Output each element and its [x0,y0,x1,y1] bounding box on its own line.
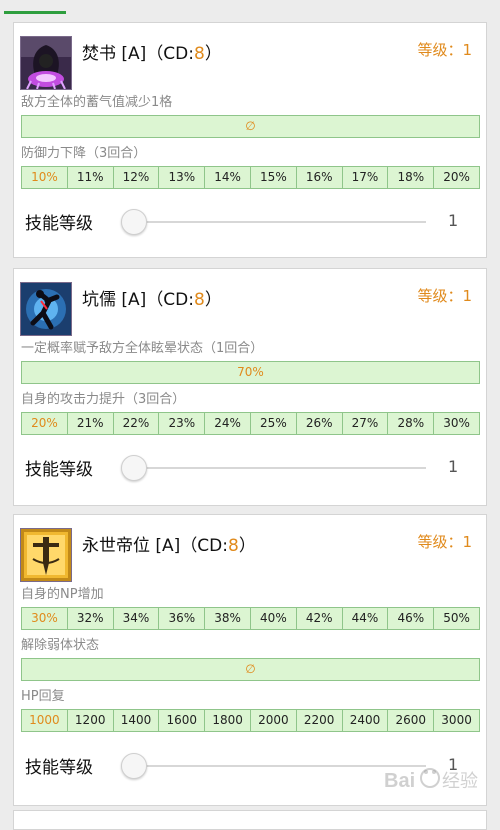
skill-level-value: 1 [448,211,459,230]
effect-value-cell: 20% [31,416,58,430]
effect-label: 防御力下降（3回合） [21,146,147,161]
effect-value-cell: 13% [158,167,204,188]
skill-level-slider-thumb[interactable] [121,455,147,481]
effect-value-cell: 50% [433,608,479,629]
cd-prefix: （CD: [146,44,195,64]
skill-level-value: 1 [448,457,459,476]
effect-value-cell: 1000 [29,713,60,727]
skill-card-4 [13,810,487,830]
effect-value-cell: 16% [295,167,342,188]
effect-value-cell: 46% [387,608,433,629]
skill-title: 永世帝位 [A]（CD:8） [82,531,256,556]
effect-value-cell: 30% [31,611,58,625]
effect-value-cell: 1200 [66,710,113,731]
effect-value-cell: 10% [31,170,58,184]
effect-label: 解除弱体状态 [21,638,100,653]
skill-name: 永世帝位 [A] [82,536,181,556]
effect-label: 自身的攻击力提升（3回合） [21,392,186,407]
effect-value-cell: 2000 [249,710,296,731]
effect-value-cell: 40% [249,608,296,629]
svg-text:Bai: Bai [384,770,415,792]
skill-level-label: 技能等级 [25,460,93,480]
effect-values-row: 1000 1200 1400 1600 1800 2000 2200 2400 … [21,709,480,732]
effect-value-bar: ∅ [21,115,480,138]
cd-prefix: （CD: [146,290,195,310]
effect-label: 一定概率赋予敌方全体眩晕状态（1回合） [21,341,264,356]
skill-level-slider-thumb[interactable] [121,209,147,235]
cd-suffix: ） [204,44,222,64]
effect-value-cell: 14% [204,167,250,188]
cd-value: 8 [228,536,239,556]
cd-suffix: ） [238,536,256,556]
effect-value-cell: 23% [158,413,204,434]
effect-value-cell: 2400 [341,710,388,731]
effect-label: 自身的NP增加 [21,587,104,602]
effect-value-cell: 32% [66,608,113,629]
effect-value-cell: 1400 [112,710,159,731]
skill-title: 焚书 [A]（CD:8） [82,39,222,64]
skill-title: 坑儒 [A]（CD:8） [82,285,222,310]
effect-values-row: 30% 32% 34% 36% 38% 40% 42% 44% 46% 50% [21,607,480,630]
effect-value-cell: 25% [249,413,296,434]
skill-icon-scholar-burial[interactable] [20,282,72,336]
baidu-jingyan-watermark: Bai 经验 [380,760,490,800]
effect-values-row: 10% 11% 12% 13% 14% 15% 16% 17% 18% 20% [21,166,480,189]
skill-card-1: 焚书 [A]（CD:8） 等级：1 敌方全体的蓄气值减少1格 ∅ 防御力下降（3… [13,22,487,258]
cd-prefix: （CD: [180,536,229,556]
effect-value-cell: 36% [158,608,204,629]
skill-level: 等级：1 [417,41,472,59]
effect-value-bar: ∅ [21,658,480,681]
effect-value-cell: 12% [112,167,159,188]
skill-icon-book-burning[interactable] [20,36,72,90]
cd-suffix: ） [204,290,222,310]
skill-level-label: 技能等级 [25,214,93,234]
effect-value-cell: 15% [249,167,296,188]
effect-value-cell: 44% [341,608,388,629]
effect-value-cell: 27% [341,413,388,434]
tab-indicator [4,11,66,14]
cd-value: 8 [194,44,205,64]
effect-value-cell: 2200 [295,710,342,731]
cd-value: 8 [194,290,205,310]
effect-value-bar: 70% [21,361,480,384]
skill-name: 坑儒 [A] [82,290,147,310]
effect-value-cell: 3000 [433,710,479,731]
skill-card-2: 坑儒 [A]（CD:8） 等级：1 一定概率赋予敌方全体眩晕状态（1回合） 70… [13,268,487,506]
effect-label: HP回复 [21,689,65,704]
effect-value-cell: 30% [433,413,479,434]
skill-level: 等级：1 [417,287,472,305]
effect-value-cell: 18% [387,167,433,188]
effect-value-cell: 42% [295,608,342,629]
skill-icon-eternal-throne[interactable] [20,528,72,582]
svg-text:经验: 经验 [442,771,478,792]
effect-value-cell: 11% [66,167,113,188]
effect-value-cell: 21% [66,413,113,434]
effect-label: 敌方全体的蓄气值减少1格 [21,95,173,110]
skill-level-slider-track[interactable] [124,221,426,223]
skill-level-slider-track[interactable] [124,467,426,469]
skill-name: 焚书 [A] [82,44,147,64]
effect-value-cell: 38% [204,608,250,629]
effect-value-cell: 34% [112,608,159,629]
effect-value-cell: 22% [112,413,159,434]
effect-value-cell: 24% [204,413,250,434]
effect-value-cell: 1600 [158,710,204,731]
effect-value-cell: 1800 [204,710,250,731]
skill-level: 等级：1 [417,533,472,551]
effect-value-cell: 26% [295,413,342,434]
effect-value-cell: 28% [387,413,433,434]
skill-level-label: 技能等级 [25,758,93,778]
effect-value-cell: 2600 [387,710,433,731]
effect-value-cell: 20% [433,167,479,188]
effect-value-cell: 17% [341,167,388,188]
effect-values-row: 20% 21% 22% 23% 24% 25% 26% 27% 28% 30% [21,412,480,435]
skill-level-slider-thumb[interactable] [121,753,147,779]
